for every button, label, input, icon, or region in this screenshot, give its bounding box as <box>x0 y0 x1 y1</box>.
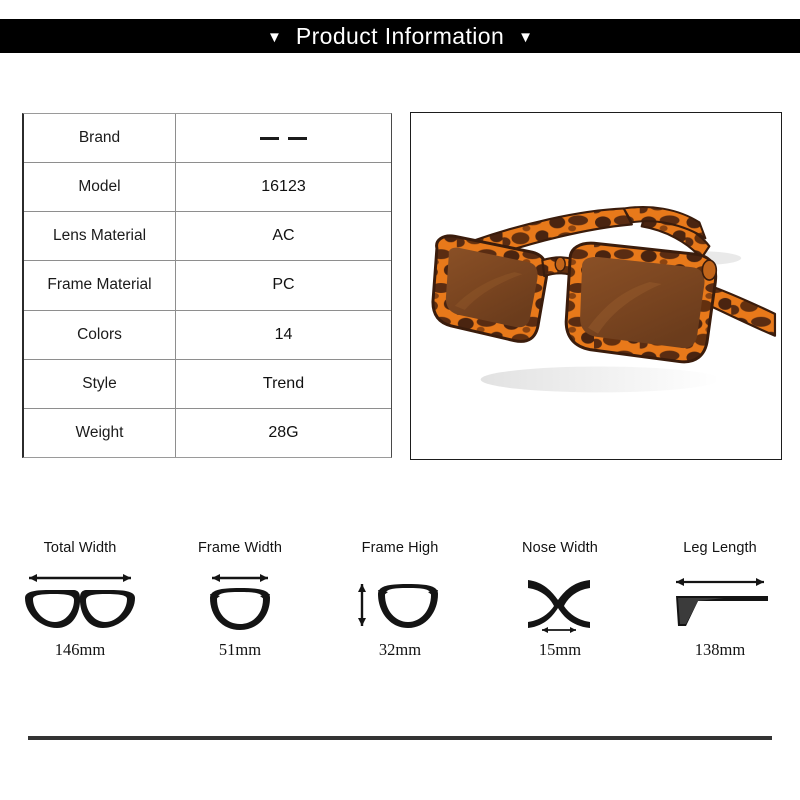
product-photo-panel <box>410 112 782 460</box>
spec-value: Trend <box>262 374 305 392</box>
measurement-item: Total Width 146mm <box>0 540 160 670</box>
table-row: Style Trend <box>24 359 391 409</box>
table-row: Colors 14 <box>24 310 391 360</box>
spec-key: Brand <box>24 114 176 163</box>
table-row: Frame Material PC <box>24 261 391 311</box>
measurement-label: Frame High <box>361 540 439 556</box>
table-row: Model 16123 <box>24 163 391 213</box>
table-row: Lens Material AC <box>24 212 391 262</box>
measurement-value: 51mm <box>218 640 262 659</box>
nose-bridge-icon <box>510 566 610 636</box>
spec-key: Frame Material <box>24 261 176 310</box>
measurement-value: 15mm <box>538 640 582 659</box>
single-lens-height-icon <box>350 566 450 636</box>
table-row: Weight 28G <box>24 408 391 457</box>
specification-table: Brand Model 16123 Lens Material AC Frame Mate… <box>22 113 392 458</box>
spec-key: Weight <box>24 408 176 457</box>
measurement-value: 146mm <box>54 640 106 659</box>
measurement-item: Frame High 32mm <box>320 540 480 670</box>
empty-value-dashes <box>260 136 307 140</box>
single-lens-width-icon <box>190 566 290 636</box>
measurement-value: 138mm <box>694 640 746 659</box>
spec-key: Model <box>24 163 176 212</box>
measurement-label: Nose Width <box>522 540 598 556</box>
spec-value: AC <box>272 227 295 245</box>
spec-key: Style <box>24 359 176 408</box>
measurement-item: Nose Width 15mm <box>480 540 640 670</box>
product-information-header: ▼ Product Information ▼ <box>0 19 800 53</box>
temple-arm-icon <box>664 566 776 636</box>
measurement-label: Leg Length <box>683 540 757 556</box>
measurement-item: Frame Width 51mm <box>160 540 320 670</box>
glasses-front-icon <box>19 566 141 636</box>
spec-value: PC <box>272 276 295 294</box>
page-title: Product Information <box>295 22 505 49</box>
spec-value <box>176 114 391 162</box>
spec-value: 28G <box>268 423 299 441</box>
measurement-label: Total Width <box>43 540 117 556</box>
measurement-item: Leg Length 138mm <box>640 540 800 670</box>
triangle-down-left-icon: ▼ <box>266 28 282 46</box>
spec-value: 16123 <box>261 178 306 196</box>
bottom-divider <box>28 736 772 740</box>
spec-value: 14 <box>274 325 293 343</box>
measurement-label: Frame Width <box>197 540 283 556</box>
spec-key: Lens Material <box>24 212 176 261</box>
triangle-down-right-icon: ▼ <box>518 28 534 46</box>
spec-key: Colors <box>24 310 176 359</box>
sunglasses-product-image <box>411 113 781 459</box>
measurement-value: 32mm <box>378 640 422 659</box>
measurements-section: Total Width 146mm Frame Width 51mm Frame… <box>0 540 800 670</box>
table-row: Brand <box>24 114 391 164</box>
